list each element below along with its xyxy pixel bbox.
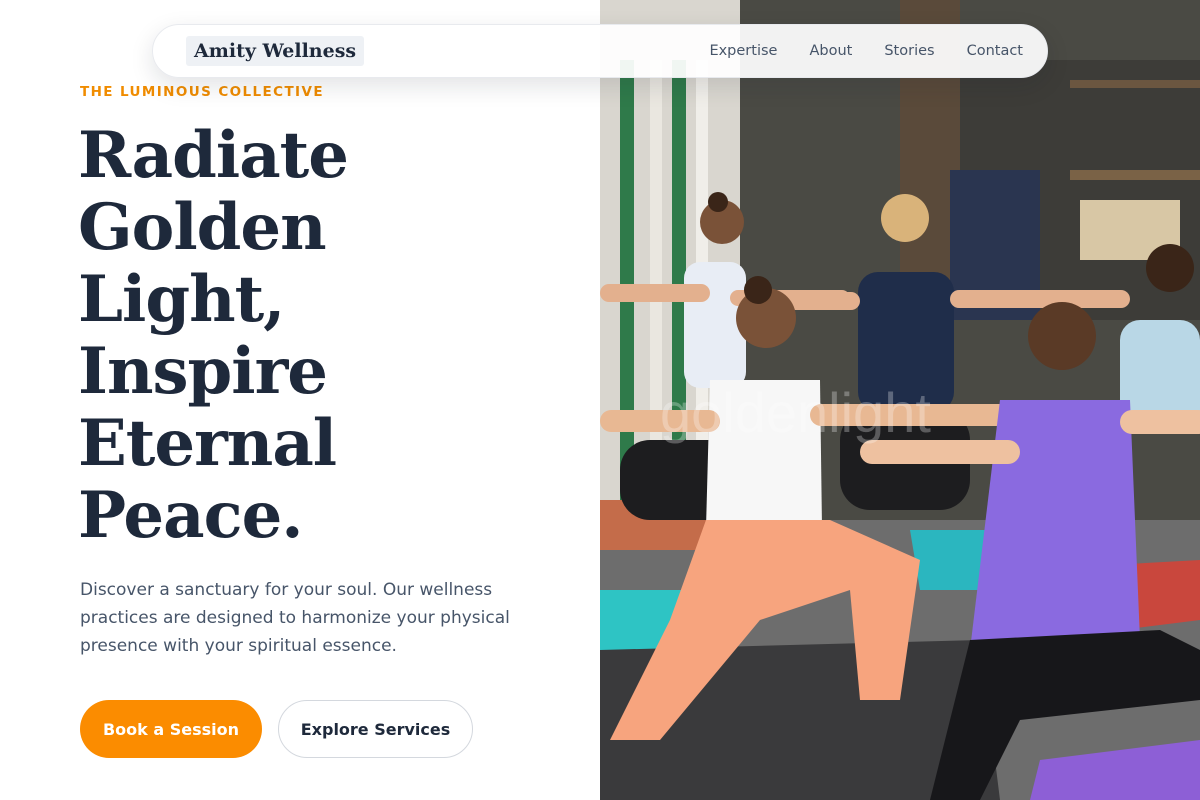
hero-eyebrow: THE LUMINOUS COLLECTIVE bbox=[80, 84, 324, 100]
headline-line: Inspire bbox=[78, 334, 328, 409]
headline-line: Peace. bbox=[78, 478, 304, 553]
headline-line: Golden bbox=[78, 190, 327, 265]
nav-link-expertise[interactable]: Expertise bbox=[709, 43, 777, 59]
brand-logo[interactable]: Amity Wellness bbox=[186, 36, 365, 66]
hero-headline: Radiate Golden Light, Inspire Eternal Pe… bbox=[78, 120, 578, 552]
image-watermark: goldenlight bbox=[660, 381, 931, 444]
yoga-class-photo: goldenlight bbox=[600, 0, 1200, 800]
headline-line: Light, bbox=[78, 262, 285, 337]
nav-links: Expertise About Stories Contact bbox=[709, 43, 1023, 59]
nav-link-contact[interactable]: Contact bbox=[967, 43, 1023, 59]
nav-link-about[interactable]: About bbox=[809, 43, 852, 59]
headline-line: Radiate bbox=[78, 118, 349, 193]
hero-image: goldenlight bbox=[600, 0, 1200, 800]
book-session-button[interactable]: Book a Session bbox=[80, 700, 262, 758]
explore-services-button[interactable]: Explore Services bbox=[278, 700, 473, 758]
hero-description: Discover a sanctuary for your soul. Our … bbox=[80, 580, 510, 656]
nav-link-stories[interactable]: Stories bbox=[884, 43, 934, 59]
top-navigation: Amity Wellness Expertise About Stories C… bbox=[152, 24, 1048, 78]
headline-line: Eternal bbox=[78, 406, 337, 481]
